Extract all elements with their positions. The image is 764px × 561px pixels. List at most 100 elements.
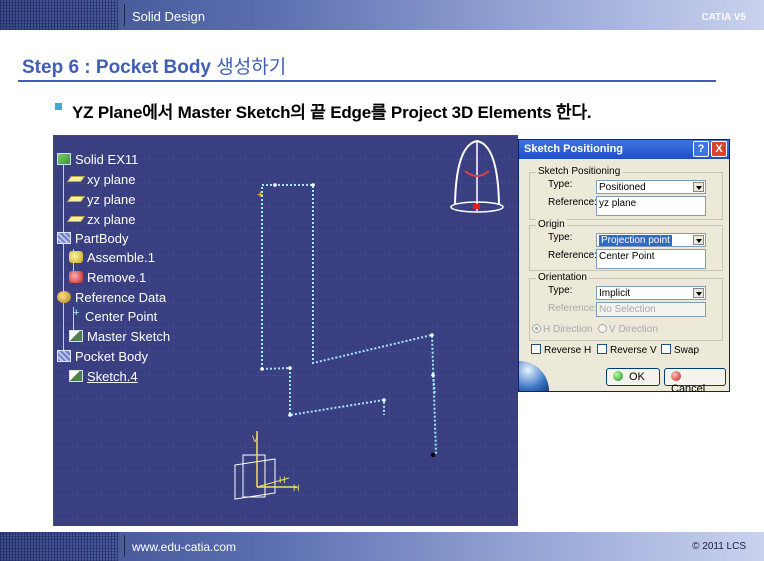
tree-item-label: yz plane [87,191,136,207]
point-icon [73,307,81,320]
tree-item-reference-data[interactable]: Reference Data [57,288,166,306]
plane-icon [66,216,86,222]
header-bar: Solid Design CATIA V5 [0,0,764,30]
ok-icon [613,371,623,381]
swap-checkbox[interactable]: Swap [661,344,699,356]
orientation-type-select[interactable]: Implicit [596,286,706,300]
help-button[interactable]: ? [693,141,709,157]
chevron-down-icon[interactable] [693,235,704,245]
checkbox-icon[interactable] [531,344,541,354]
reference-label: Reference: [548,250,597,261]
close-button[interactable]: X [711,141,727,157]
v-direction-radio: V Direction [598,324,658,335]
catia-viewport[interactable]: + V H H Solid EX11 xy plane yz plane zx … [53,135,518,526]
reference-icon [57,291,71,303]
footer-divider [124,535,125,557]
sketch-icon [69,370,83,382]
tree-item-label: Pocket Body [75,348,148,364]
group-sketch-positioning: Sketch Positioning Type: Positioned Refe… [529,166,723,220]
header-brand: CATIA V5 [701,12,746,23]
catia-globe-icon [519,361,549,391]
edge-endpoint[interactable] [430,452,436,458]
origin-type-select[interactable]: Projection point [596,233,706,247]
swap-label: Swap [674,345,700,356]
tree-item-zx-plane[interactable]: zx plane [66,210,136,228]
chevron-down-icon[interactable] [693,288,704,298]
radio-on-icon [532,324,541,333]
master-sketch-edges[interactable] [261,184,437,455]
dialog-title: Sketch Positioning [524,143,624,155]
tree-item-partbody[interactable]: PartBody [57,229,128,247]
tree-item-label: Assemble.1 [87,249,155,265]
plane-icon [66,176,86,182]
group-orientation: Orientation Type: Implicit Reference: No… [529,272,723,341]
tree-item-label: Remove.1 [87,269,147,285]
chevron-down-icon[interactable] [693,182,704,192]
tree-item-sketch-4[interactable]: Sketch.4 [69,367,138,385]
tree-item-label: Master Sketch [87,328,171,344]
tree-item-xy-plane[interactable]: xy plane [66,170,136,188]
sketch-vertices [260,183,435,417]
compass-icon[interactable] [450,139,504,213]
step-divider [18,80,716,82]
header-title: Solid Design [132,9,205,24]
type-label: Type: [548,179,573,190]
svg-text:V: V [252,434,258,444]
h-direction-radio: H Direction [532,324,592,335]
cancel-button[interactable]: Cancel [664,368,726,395]
step-title-en: Step 6 : Pocket Body [22,57,211,78]
footer-bar: www.edu-catia.com © 2011 LCS [0,532,764,561]
tree-item-label: Center Point [85,308,158,324]
part-icon [57,153,71,165]
positioning-reference-field[interactable]: yz plane [596,196,706,216]
bullet-icon [55,103,62,110]
tree-item-label: zx plane [87,211,136,227]
svg-text:H: H [279,475,286,485]
origin-type-value: Projection point [599,235,672,246]
tree-item-remove-1[interactable]: Remove.1 [69,268,146,286]
cancel-label: Cancel [671,383,706,395]
checkbox-icon[interactable] [661,344,671,354]
group-origin: Origin Type: Projection point Reference:… [529,219,723,271]
group-title: Origin [536,219,567,230]
tree-item-pocket-body[interactable]: Pocket Body [57,347,148,365]
axis-gizmo-icon: V H H [234,431,300,500]
footer-site: www.edu-catia.com [132,540,237,554]
instruction-text: YZ Plane에서 Master Sketch의 끝 Edge를 Projec… [72,103,592,122]
origin-reference-field[interactable]: Center Point [596,249,706,269]
tree-item-label: Solid EX11 [75,151,139,167]
header-divider [124,4,125,26]
reference-label: Reference: [548,303,597,314]
tree-item-solid-ex11[interactable]: Solid EX11 [57,150,138,168]
reverse-h-checkbox[interactable]: Reverse H [531,344,591,356]
svg-text:H: H [293,483,300,493]
tree-item-label: xy plane [87,171,136,187]
ok-button[interactable]: OK [606,368,660,386]
tree-item-yz-plane[interactable]: yz plane [66,190,136,208]
tree-item-label: Reference Data [75,289,167,305]
step-title: Step 6 : Pocket Body 생성하기 [22,52,286,79]
remove-icon [69,271,83,283]
type-label: Type: [548,232,573,243]
tree-item-center-point[interactable]: Center Point [73,307,157,325]
origin-plus-icon: + [257,189,263,201]
body-icon [57,232,71,244]
checkbox-icon[interactable] [597,344,607,354]
reverse-h-label: Reverse H [544,345,592,356]
body-icon [57,350,71,362]
tree-item-assemble-1[interactable]: Assemble.1 [69,248,155,266]
plane-icon [66,196,86,202]
sketch-icon [69,330,83,342]
v-direction-label: V Direction [609,324,658,335]
reverse-v-checkbox[interactable]: Reverse V [597,344,657,356]
dialog-titlebar[interactable]: Sketch Positioning ? X [519,140,729,159]
radio-off-icon [598,324,607,333]
positioning-type-value: Positioned [599,182,646,193]
positioning-type-select[interactable]: Positioned [596,180,706,194]
footer-copyright: © 2011 LCS [692,541,746,552]
tree-item-master-sketch[interactable]: Master Sketch [69,327,170,345]
tree-item-label: Sketch.4 [87,368,138,384]
step-title-kr: 생성하기 [216,57,287,78]
group-title: Orientation [536,272,589,283]
orientation-type-value: Implicit [599,288,631,299]
